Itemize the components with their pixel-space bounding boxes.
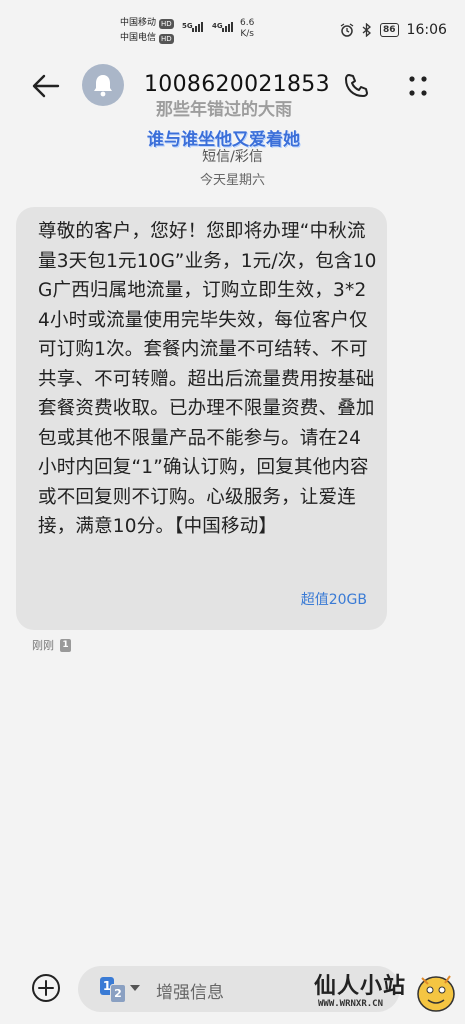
message-type-label: 短信/彩信 <box>202 149 263 165</box>
signal-icon <box>192 22 203 32</box>
bell-icon <box>94 75 112 97</box>
add-icon[interactable] <box>30 972 62 1004</box>
more-vertical-icon[interactable] <box>404 70 432 102</box>
sim-2-label: 2 <box>110 984 126 1003</box>
phone-icon[interactable] <box>342 72 370 100</box>
message-bubble[interactable]: 尊敬的客户，您好！您即将办理“中秋流量3天包1元10G”业务，1元/次，包含10… <box>16 207 387 630</box>
chevron-down-icon[interactable] <box>130 985 140 991</box>
bluetooth-icon <box>362 23 371 37</box>
carrier-2: 中国电信 <box>120 33 157 43</box>
signal-icon <box>222 22 233 32</box>
hd-badge: HD <box>159 33 174 44</box>
message-link[interactable]: 超值20GB <box>301 589 367 609</box>
alarm-icon <box>340 23 354 37</box>
speed-value: 6.6 <box>240 18 255 28</box>
input-placeholder: 增强信息 <box>156 983 224 1003</box>
message-meta: 刚刚 1 <box>32 637 71 653</box>
back-arrow-icon[interactable] <box>30 70 62 102</box>
carrier-1: 中国移动 <box>120 18 157 28</box>
status-bar: 中国移动 HD 中国电信 HD 5G 4G 6.6 K/s 86 16:06 <box>0 0 465 52</box>
network-speed: 6.6 K/s <box>240 18 254 40</box>
message-text: 尊敬的客户，您好！您即将办理“中秋流量3天包1元10G”业务，1元/次，包含10… <box>38 221 377 537</box>
sim-select-icon[interactable]: 1 2 <box>100 977 126 1003</box>
date-separator: 今天星期六 <box>199 173 265 188</box>
contact-number: 1008620021853 <box>144 72 330 97</box>
battery-icon: 86 <box>380 23 399 37</box>
contact-avatar-icon[interactable] <box>82 64 124 106</box>
hd-badge: HD <box>159 18 174 29</box>
speed-unit: K/s <box>240 29 254 39</box>
mascot-logo-icon <box>417 975 455 1012</box>
watermark-logo-url: WWW.WRNXR.CN <box>318 999 384 1009</box>
watermark-text-1: 那些年错过的大雨 <box>156 100 292 120</box>
clock: 16:06 <box>406 22 447 38</box>
watermark-logo-text: 仙人小站 <box>314 974 407 999</box>
carrier-info: 中国移动 HD 中国电信 HD <box>120 16 174 46</box>
message-timestamp: 刚刚 <box>32 639 54 652</box>
sim-badge: 1 <box>60 638 71 652</box>
system-icons: 86 16:06 <box>340 22 447 38</box>
